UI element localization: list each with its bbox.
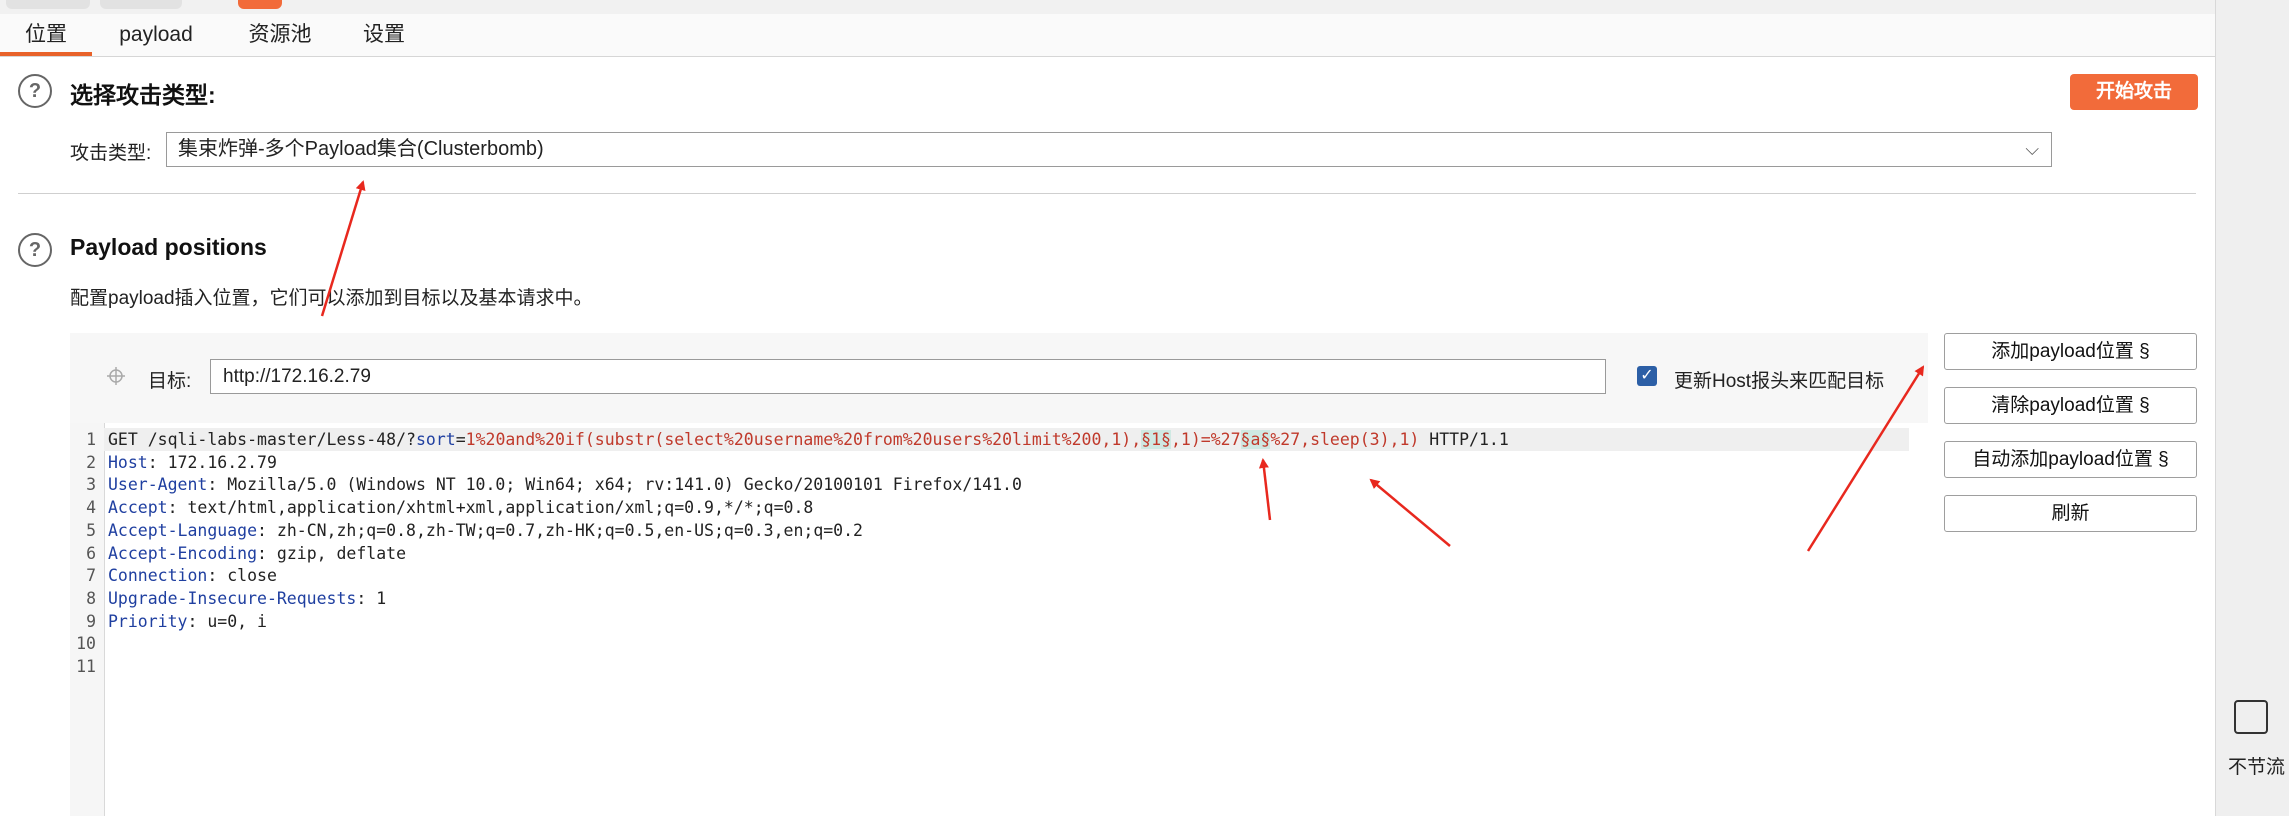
payload-marker-2[interactable]: §a§ <box>1240 430 1271 449</box>
header-colon: : <box>207 475 218 495</box>
tab-bar <box>0 14 2215 57</box>
request-header-line[interactable]: Accept-Encoding: gzip, deflate <box>108 544 406 563</box>
request-header-line[interactable]: Connection: close <box>108 566 277 585</box>
header-key: Accept-Encoding <box>108 543 258 563</box>
request-header-line[interactable]: Host: 172.16.2.79 <box>108 453 277 472</box>
add-payload-position-button[interactable]: 添加payload位置 § <box>1944 333 2197 370</box>
line-number: 8 <box>86 588 96 608</box>
header-value: text/html,application/xhtml+xml,applicat… <box>177 498 814 518</box>
header-value: zh-CN,zh;q=0.8,zh-TW;q=0.7,zh-HK;q=0.5,e… <box>266 520 863 540</box>
side-panel: 不节流 <box>2215 0 2289 816</box>
payload-marker-1[interactable]: §1§ <box>1141 430 1171 449</box>
request-header-line[interactable]: Accept-Language: zh-CN,zh;q=0.8,zh-TW;q=… <box>108 521 863 540</box>
line-number: 10 <box>76 634 96 654</box>
tab-resource-pool[interactable]: 资源池 <box>236 14 324 56</box>
tab-settings[interactable]: 设置 <box>344 14 424 56</box>
section-title-payload-positions: Payload positions <box>70 234 267 260</box>
side-panel-label: 不节流 <box>2228 757 2286 778</box>
payload-positions-description: 配置payload插入位置，它们可以添加到目标以及基本请求中。 <box>70 288 593 309</box>
request-header-line[interactable]: Accept: text/html,application/xhtml+xml,… <box>108 498 813 517</box>
line-number: 11 <box>76 657 96 676</box>
header-colon: : <box>207 566 218 586</box>
top-tab-pill-active[interactable] <box>238 0 282 9</box>
target-label: 目标: <box>148 371 192 392</box>
target-input[interactable]: http://172.16.2.79 <box>210 359 1606 394</box>
query-param-name: sort <box>415 430 456 449</box>
chevron-down-icon: ⌵ <box>2025 139 2039 159</box>
section-title-attack-type: 选择攻击类型: <box>70 82 216 108</box>
auto-add-payload-position-button[interactable]: 自动添加payload位置 § <box>1944 441 2197 478</box>
header-key: Connection <box>108 566 208 586</box>
header-colon: : <box>257 543 267 563</box>
attack-type-value: 集束炸弹-多个Payload集合(Clusterbomb) <box>178 138 544 160</box>
line-number: 7 <box>86 566 96 586</box>
clear-payload-position-button[interactable]: 清除payload位置 § <box>1944 387 2197 424</box>
crosshair-icon <box>106 366 126 386</box>
attack-type-select[interactable]: 集束炸弹-多个Payload集合(Clusterbomb) ⌵ <box>166 132 2052 167</box>
window-top-strip <box>0 0 2215 14</box>
header-value: gzip, deflate <box>266 543 407 563</box>
attack-type-label: 攻击类型: <box>70 143 152 164</box>
header-colon: : <box>187 611 198 631</box>
header-key: User-Agent <box>108 475 208 495</box>
section-divider <box>18 193 2196 194</box>
tab-payload[interactable]: payload <box>110 14 202 56</box>
header-value: Mozilla/5.0 (Windows NT 10.0; Win64; x64… <box>217 475 1022 495</box>
top-tab-pill[interactable] <box>100 0 182 9</box>
header-key: Priority <box>108 611 188 631</box>
header-key: Accept-Language <box>108 520 258 540</box>
top-tab-pill[interactable] <box>6 0 90 9</box>
header-colon: : <box>147 452 158 472</box>
header-key: Upgrade-Insecure-Requests <box>108 588 357 608</box>
request-header-line[interactable]: Priority: u=0, i <box>108 612 267 631</box>
request-header-line[interactable]: Upgrade-Insecure-Requests: 1 <box>108 589 386 608</box>
panel-icon[interactable] <box>2234 700 2268 734</box>
header-value: u=0, i <box>197 611 267 631</box>
tab-positions[interactable]: 位置 <box>0 14 92 56</box>
header-key: Host <box>108 452 148 472</box>
line-number: 5 <box>86 520 96 540</box>
query-equals: = <box>455 430 466 449</box>
help-icon[interactable]: ? <box>18 74 52 108</box>
query-value-part-c: %27,sleep(3),1) <box>1270 430 1420 449</box>
http-version: HTTP/1.1 <box>1419 430 1509 449</box>
query-value-part-b: ,1)=%27 <box>1170 430 1241 449</box>
line-number: 1 <box>86 430 96 449</box>
header-value: 1 <box>366 588 387 608</box>
request-header-line[interactable]: User-Agent: Mozilla/5.0 (Windows NT 10.0… <box>108 475 1022 494</box>
header-colon: : <box>356 588 367 608</box>
line-number: 6 <box>86 543 96 563</box>
header-value: close <box>217 566 277 586</box>
line-number: 2 <box>86 452 96 472</box>
refresh-button[interactable]: 刷新 <box>1944 495 2197 532</box>
header-colon: : <box>257 520 267 540</box>
query-value-part-a: 1%20and%20if(substr(select%20username%20… <box>465 430 1142 449</box>
header-colon: : <box>167 498 178 518</box>
line-number: 9 <box>86 611 96 631</box>
start-attack-button[interactable]: 开始攻击 <box>2070 74 2198 110</box>
header-value: 172.16.2.79 <box>157 452 277 472</box>
request-method-path: GET /sqli-labs-master/Less-48/? <box>108 430 416 449</box>
line-number: 3 <box>86 475 96 495</box>
update-host-checkbox[interactable]: ✓ <box>1637 366 1657 386</box>
update-host-label: 更新Host报头来匹配目标 <box>1674 371 1885 392</box>
request-line-1[interactable]: GET /sqli-labs-master/Less-48/?sort=1%20… <box>108 430 1509 449</box>
header-key: Accept <box>108 498 168 518</box>
help-icon[interactable]: ? <box>18 233 52 267</box>
line-number: 4 <box>86 498 96 518</box>
